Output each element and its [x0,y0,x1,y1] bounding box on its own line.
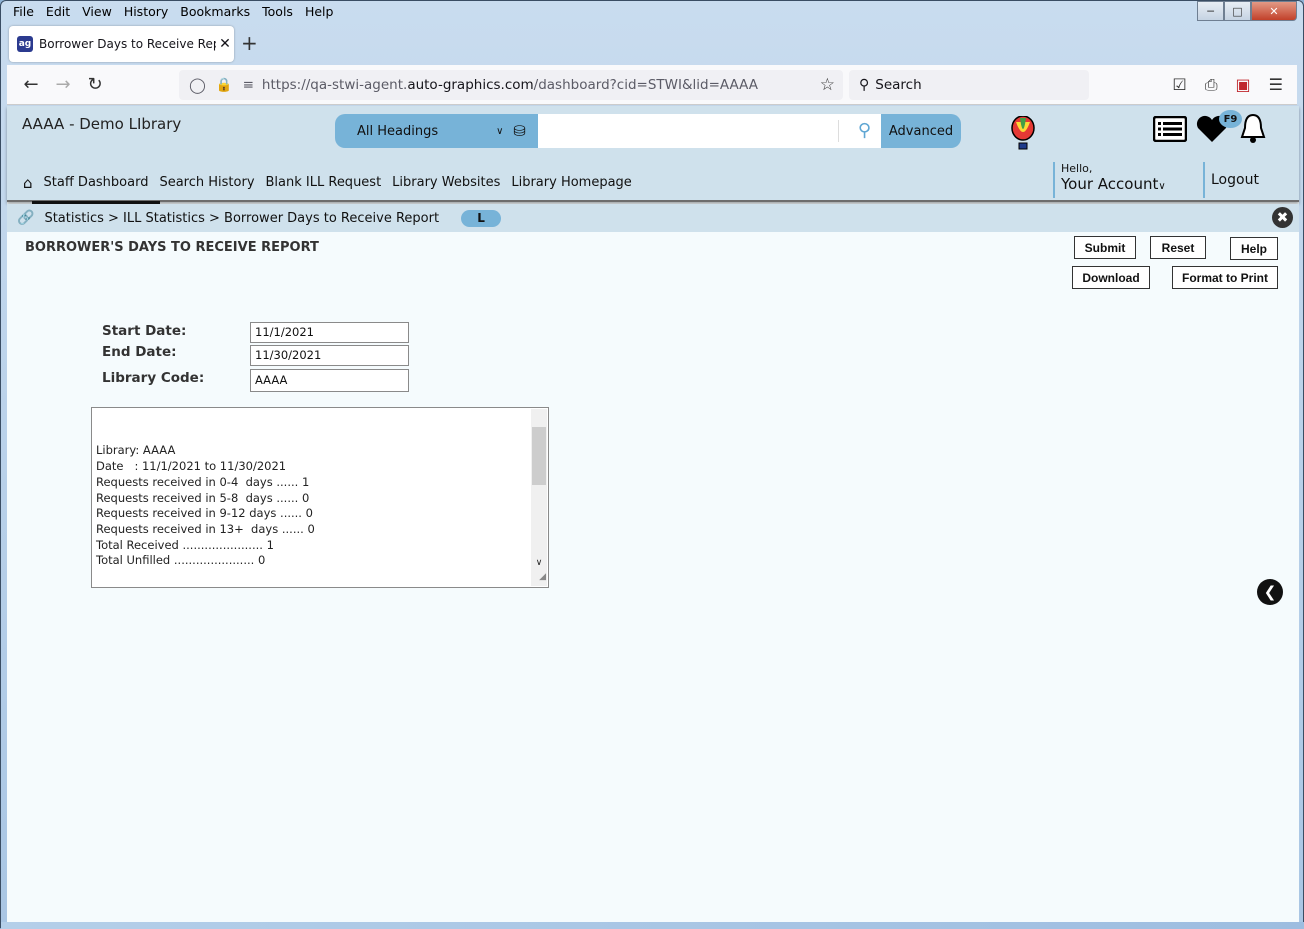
search-scope-select[interactable]: All Headings ∨ ⛁ [335,114,538,148]
report-title: BORROWER'S DAYS TO RECEIVE REPORT [25,240,319,255]
search-input[interactable]: ⚲ [538,114,881,148]
search-group: All Headings ∨ ⛁ ⚲ Advanced [335,114,961,148]
browser-window: File Edit View History Bookmarks Tools H… [0,0,1304,929]
search-scope-value: All Headings [357,123,439,139]
end-date-input[interactable]: 11/30/2021 [250,345,409,366]
bookmark-star-icon[interactable]: ☆ [820,75,835,95]
nav-blank-ill-request[interactable]: Blank ILL Request [262,168,386,198]
site-favicon-icon: ag [17,36,33,52]
divider [838,120,839,142]
menu-help[interactable]: Help [299,3,340,21]
browser-toolbar: ← → ↻ ◯ 🔒 ≡ https://qa-stwi-agent. auto-g… [7,65,1297,105]
end-date-label: End Date: [102,344,177,360]
home-icon[interactable]: ⌂ [19,168,37,198]
menu-bookmarks[interactable]: Bookmarks [174,3,256,21]
favorites-badge: F9 [1219,110,1242,128]
permissions-icon: ≡ [242,77,254,93]
menu-file[interactable]: File [7,3,40,21]
report-output-textarea[interactable]: Library: AAAA Date : 11/1/2021 to 11/30/… [91,407,549,588]
reload-icon[interactable]: ↻ [79,69,111,101]
scrollbar[interactable]: ∧ ∨ [531,409,547,586]
download-button[interactable]: Download [1072,266,1150,289]
tab-close-icon[interactable]: ✕ [216,36,234,52]
menu-edit[interactable]: Edit [40,3,76,21]
pocket-icon[interactable]: ☑ [1172,75,1186,95]
resize-handle-icon[interactable]: ◢ [539,570,546,586]
breadcrumb[interactable]: Statistics > ILL Statistics > Borrower D… [44,211,439,226]
nav-staff-dashboard[interactable]: Staff Dashboard [31,168,161,204]
hot-air-balloon-icon[interactable] [1010,116,1036,150]
browser-search-box[interactable]: ⚲ Search [849,70,1089,100]
url-domain: auto-graphics.com [407,77,534,93]
menu-view[interactable]: View [76,3,118,21]
window-controls: ─ □ ✕ [1197,1,1297,21]
close-icon[interactable]: ✖ [1272,207,1293,228]
start-date-label: Start Date: [102,323,187,339]
start-date-input[interactable]: 11/1/2021 [250,322,409,343]
search-icon: ⚲ [859,77,870,93]
database-icon[interactable]: ⛁ [513,122,526,140]
library-code-label: Library Code: [102,370,205,386]
nav-search-history[interactable]: Search History [155,168,258,198]
menu-history[interactable]: History [118,3,174,21]
advanced-search-button[interactable]: Advanced [881,114,961,148]
shield-icon: ◯ [189,76,206,94]
list-icon[interactable] [1153,116,1187,142]
reset-button[interactable]: Reset [1150,236,1206,259]
url-bar[interactable]: ◯ 🔒 ≡ https://qa-stwi-agent. auto-graphic… [179,70,843,100]
url-prefix: https://qa-stwi-agent. [261,77,408,93]
scrollbar-thumb[interactable] [532,427,546,485]
tab-title: Borrower Days to Receive Report [39,37,216,51]
account-menu[interactable]: Hello, Your Account∨ [1053,162,1166,198]
menu-tools[interactable]: Tools [256,3,299,21]
app-menu-icon[interactable]: ☰ [1269,75,1283,95]
print-icon[interactable]: ⎙ [1205,75,1218,95]
tab-strip: ag Borrower Days to Receive Report ✕ + [7,23,1297,65]
browser-search-placeholder: Search [875,77,922,93]
extension-icon[interactable]: ▣ [1236,75,1251,95]
search-icon[interactable]: ⚲ [858,120,871,141]
chevron-down-icon: ∨ [496,125,504,137]
minimize-button[interactable]: ─ [1197,1,1224,21]
account-label: Your Account [1061,175,1159,193]
library-code-input[interactable]: AAAA [250,369,409,392]
browser-tab[interactable]: ag Borrower Days to Receive Report ✕ [9,26,234,62]
page-content: AAAA - Demo LIbrary All Headings ∨ ⛁ ⚲ A… [7,106,1299,922]
library-name: AAAA - Demo LIbrary [22,115,182,133]
submit-button[interactable]: Submit [1074,236,1136,259]
menu-bar: File Edit View History Bookmarks Tools H… [7,3,339,21]
breadcrumb-bar: 🔗 Statistics > ILL Statistics > Borrower… [7,204,1299,232]
chevron-left-icon[interactable]: ❮ [1257,579,1283,605]
l-badge[interactable]: L [461,209,502,227]
link-chain-icon: 🔗 [17,210,35,226]
logout-link[interactable]: Logout [1203,162,1259,198]
nav-library-homepage[interactable]: Library Homepage [507,168,635,198]
url-path: /dashboard?cid=STWI&lid=AAAA [533,77,758,93]
maximize-button[interactable]: □ [1224,1,1251,21]
toolbar-icons: ☑ ⎙ ▣ ☰ [1172,75,1283,95]
report-output-text: Library: AAAA Date : 11/1/2021 to 11/30/… [96,443,315,587]
header-icons [1153,112,1269,146]
site-header: AAAA - Demo LIbrary All Headings ∨ ⛁ ⚲ A… [7,106,1299,204]
forward-icon[interactable]: → [47,69,79,101]
lock-icon: 🔒 [215,77,233,93]
window-close-button[interactable]: ✕ [1251,1,1297,21]
chevron-down-icon: ∨ [1158,181,1166,192]
main-nav: ⌂ Staff Dashboard Search History Blank I… [19,168,639,204]
new-tab-button[interactable]: + [241,31,258,55]
help-button[interactable]: Help [1230,237,1278,260]
back-icon[interactable]: ← [15,69,47,101]
nav-library-websites[interactable]: Library Websites [388,168,504,198]
hello-label: Hello, [1061,162,1093,175]
format-to-print-button[interactable]: Format to Print [1172,266,1278,289]
